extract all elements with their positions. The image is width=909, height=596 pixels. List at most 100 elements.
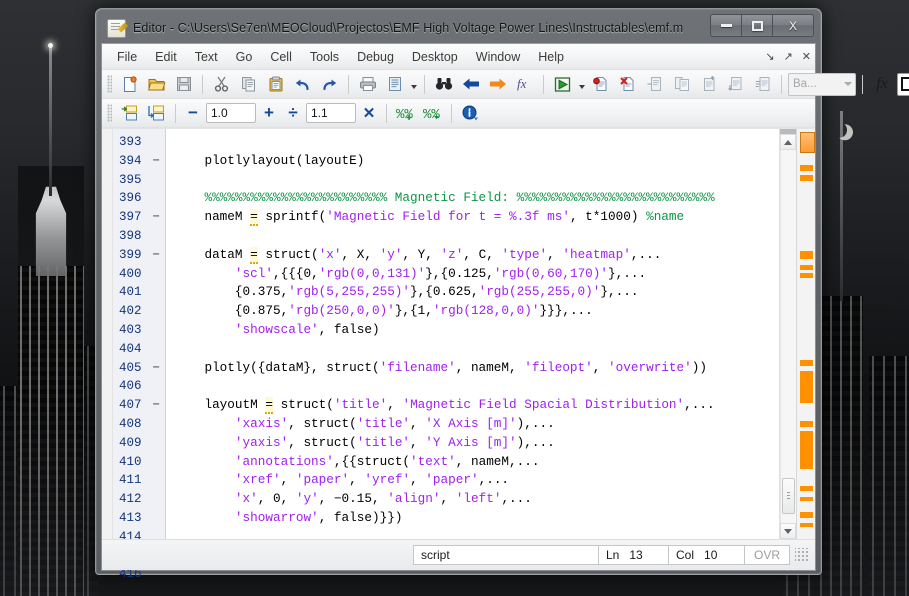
breakpoint-gutter[interactable] xyxy=(102,129,113,539)
analyzer-marker[interactable] xyxy=(800,265,813,270)
toolbar-grip[interactable] xyxy=(107,104,112,122)
code-text-area[interactable]: plotlylayout(layoutE) %%%%%%%%%%%%%%%%%%… xyxy=(166,129,779,539)
line-number: 411 xyxy=(119,473,142,488)
analyzer-marker[interactable] xyxy=(800,431,813,469)
code-line: 'xref', 'paper', 'yref', 'paper',... xyxy=(174,471,779,490)
paste-button[interactable] xyxy=(263,72,288,97)
evaluate-cell-advance-button[interactable]: %% xyxy=(420,101,445,126)
code-line: {0.875,'rgb(250,0,0)'},{1,'rgb(128,0,0)'… xyxy=(174,302,779,321)
panel-close-icon[interactable]: ✕ xyxy=(802,50,811,63)
code-string: 'yref' xyxy=(364,472,411,488)
code-analyzer-marker-strip[interactable] xyxy=(796,129,815,539)
scroll-up-arrow[interactable] xyxy=(780,134,796,150)
insert-cell-divider-button[interactable] xyxy=(144,101,169,126)
code-line: %%%%%%%%%%%%%%%%%%%%%%%% Magnetic Field:… xyxy=(174,189,779,208)
analyzer-marker[interactable] xyxy=(800,512,813,518)
scrollbar-thumb[interactable] xyxy=(782,478,795,515)
toolbar-separator xyxy=(451,103,452,123)
step-out-button[interactable] xyxy=(696,72,721,97)
clear-breakpoints-button[interactable] xyxy=(615,72,640,97)
stack-combo[interactable]: Ba... xyxy=(788,72,856,96)
code-text: {0.875, xyxy=(174,303,289,319)
analyzer-status-indicator[interactable] xyxy=(800,132,815,153)
code-string: 'paper' xyxy=(295,472,350,488)
print-preview-dropdown-caret[interactable] xyxy=(409,73,418,96)
color-picker-button[interactable] xyxy=(897,72,909,96)
line-indicator: Ln 13 xyxy=(598,545,668,565)
close-button[interactable]: X xyxy=(772,14,814,37)
menu-debug[interactable]: Debug xyxy=(348,47,403,67)
analyzer-marker[interactable] xyxy=(800,523,813,527)
analyzer-marker[interactable] xyxy=(800,371,813,403)
toolbar-grip[interactable] xyxy=(107,75,112,93)
menu-edit[interactable]: Edit xyxy=(146,47,186,67)
step-button[interactable] xyxy=(642,72,667,97)
analyzer-marker[interactable] xyxy=(800,486,813,491)
print-preview-button[interactable] xyxy=(382,72,407,97)
redo-button[interactable] xyxy=(317,72,342,97)
set-breakpoint-button[interactable] xyxy=(588,72,613,97)
menu-go[interactable]: Go xyxy=(227,47,262,67)
decrease-value-button[interactable]: − xyxy=(182,103,204,123)
menu-window[interactable]: Window xyxy=(467,47,529,67)
toolbar-separator xyxy=(175,103,176,123)
function-browser-button[interactable]: fx xyxy=(512,72,537,97)
scrollbar-track[interactable] xyxy=(780,150,796,523)
exit-debug-button[interactable] xyxy=(750,72,775,97)
code-string: 'fileopt' xyxy=(524,359,593,375)
code-string: 'X Axis [m]' xyxy=(425,415,517,431)
run-dropdown-caret[interactable] xyxy=(577,73,586,96)
overwrite-mode-indicator[interactable]: OVR xyxy=(744,545,790,565)
increase-value-button[interactable]: + xyxy=(258,103,280,123)
evaluate-cell-button[interactable]: %% xyxy=(393,101,418,126)
forward-button[interactable] xyxy=(485,72,510,97)
print-button[interactable] xyxy=(355,72,380,97)
divide-factor-input[interactable]: 1.1 xyxy=(306,103,356,123)
analyzer-marker[interactable] xyxy=(800,360,813,366)
minimize-button[interactable] xyxy=(710,14,741,37)
divide-button[interactable]: ÷ xyxy=(282,103,304,123)
window-titlebar[interactable]: Editor - C:\Users\Se7en\MEOCloud\Project… xyxy=(101,13,816,43)
continue-button[interactable] xyxy=(723,72,748,97)
analyzer-marker[interactable] xyxy=(800,175,813,181)
analyzer-marker[interactable] xyxy=(800,421,813,427)
menu-tools[interactable]: Tools xyxy=(301,47,348,67)
analyzer-marker[interactable] xyxy=(800,273,813,278)
multiply-factor-input[interactable]: 1.0 xyxy=(206,103,256,123)
vertical-scrollbar[interactable] xyxy=(779,129,796,539)
open-file-button[interactable] xyxy=(144,72,169,97)
code-string: 'title' xyxy=(356,434,411,450)
back-button[interactable] xyxy=(458,72,483,97)
analyzer-marker[interactable] xyxy=(800,497,813,501)
run-button[interactable] xyxy=(550,72,575,97)
maximize-button[interactable] xyxy=(741,14,772,37)
fx-icon[interactable]: fx xyxy=(869,73,895,96)
new-file-button[interactable] xyxy=(117,72,142,97)
undock-arrow-icon[interactable]: ↘ xyxy=(765,50,774,63)
menu-file[interactable]: File xyxy=(108,47,146,67)
insert-cell-button[interactable] xyxy=(117,101,142,126)
resize-grip[interactable] xyxy=(795,548,809,562)
cut-button[interactable] xyxy=(209,72,234,97)
line-value: 13 xyxy=(629,548,643,562)
copy-button[interactable] xyxy=(236,72,261,97)
code-text: }}},... xyxy=(539,303,593,319)
menu-text[interactable]: Text xyxy=(186,47,227,67)
menu-desktop[interactable]: Desktop xyxy=(403,47,467,67)
menu-help[interactable]: Help xyxy=(529,47,573,67)
step-in-button[interactable] xyxy=(669,72,694,97)
analyzer-marker[interactable] xyxy=(800,251,813,259)
code-warning-token: = xyxy=(250,246,258,264)
find-button[interactable] xyxy=(431,72,456,97)
multiply-button[interactable]: ✕ xyxy=(358,104,380,122)
expand-arrow-icon[interactable]: ↗ xyxy=(784,50,793,63)
analyzer-marker[interactable] xyxy=(800,165,813,171)
save-file-button[interactable] xyxy=(171,72,196,97)
line-number: 397− xyxy=(113,208,165,227)
undo-button[interactable] xyxy=(290,72,315,97)
scroll-down-arrow[interactable] xyxy=(780,523,796,539)
info-button[interactable] xyxy=(458,101,483,126)
menu-cell[interactable]: Cell xyxy=(261,47,301,67)
